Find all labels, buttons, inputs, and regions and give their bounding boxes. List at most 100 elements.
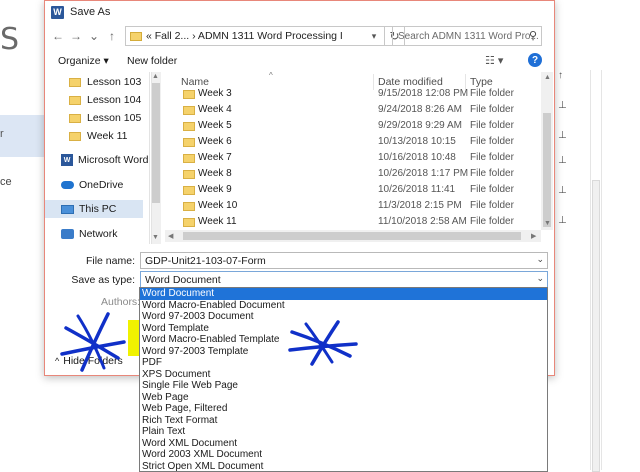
dropdown-option[interactable]: Plain Text — [140, 426, 547, 438]
file-type: File folder — [470, 120, 514, 131]
folder-icon — [183, 186, 195, 195]
word-app-icon: W — [51, 5, 64, 19]
recent-locations-icon[interactable]: ⌄ — [87, 29, 101, 43]
folder-icon — [69, 113, 81, 123]
file-date: 11/3/2018 2:15 PM — [378, 200, 462, 211]
file-date: 10/13/2018 10:15 — [378, 136, 456, 147]
table-row[interactable]: Week 11 11/10/2018 2:58 AM File folder — [173, 214, 541, 230]
table-row[interactable]: Week 4 9/24/2018 8:26 AM File folder — [173, 102, 541, 118]
breadcrumb[interactable]: « Fall 2... › ADMN 1311 Word Processing … — [146, 30, 343, 42]
table-row[interactable]: Week 6 10/13/2018 10:15 File folder — [173, 134, 541, 150]
scroll-left-icon[interactable]: ◀ — [168, 232, 173, 240]
file-list: Name ^ Date modified Type Week 3 9/15/201… — [173, 72, 541, 230]
view-options-icon[interactable]: ☷ ▾ — [485, 54, 503, 67]
scroll-right-icon[interactable]: ▶ — [531, 232, 536, 240]
file-type: File folder — [470, 168, 514, 179]
dropdown-option[interactable]: Single File Web Page — [140, 380, 547, 392]
nav-item-label: OneDrive — [79, 179, 124, 191]
save-as-type-select[interactable]: Word Document ⌄ — [140, 271, 548, 288]
nav-item-lesson-105[interactable]: Lesson 105 — [45, 109, 143, 127]
table-row[interactable]: Week 10 11/3/2018 2:15 PM File folder — [173, 198, 541, 214]
dropdown-option[interactable]: Word XML Document — [140, 438, 547, 450]
folder-icon — [183, 106, 195, 115]
nav-item-this-pc[interactable]: This PC — [45, 200, 143, 218]
folder-icon — [130, 31, 142, 41]
nav-item-label: Microsoft Word — [78, 154, 149, 166]
nav-item-network[interactable]: Network — [45, 225, 143, 243]
table-row[interactable]: Week 3 9/15/2018 12:08 PM File folder — [173, 86, 541, 102]
forward-arrow-icon[interactable]: → — [69, 29, 83, 43]
dropdown-option[interactable]: Word Macro-Enabled Document — [140, 300, 547, 312]
organize-button[interactable]: Organize ▾ — [58, 55, 109, 67]
table-row[interactable]: Week 5 9/29/2018 9:29 AM File folder — [173, 118, 541, 134]
dropdown-option[interactable]: Word 2003 XML Document — [140, 449, 547, 461]
folder-icon — [183, 90, 195, 99]
navpane-scrollbar-thumb[interactable] — [152, 83, 160, 203]
table-row[interactable]: Week 9 10/26/2018 11:41 File folder — [173, 182, 541, 198]
sort-caret-icon: ^ — [269, 72, 273, 80]
nav-item-label: Network — [79, 228, 118, 240]
chevron-down-icon[interactable]: ⌄ — [536, 273, 544, 284]
folder-icon — [183, 202, 195, 211]
dropdown-option[interactable]: Strict Open XML Document — [140, 461, 547, 472]
network-icon — [61, 229, 74, 239]
search-input[interactable]: Search ADMN 1311 Word Pro... ⚲ — [392, 26, 542, 46]
pin-icon[interactable]: ⊥ — [558, 100, 567, 111]
chevron-down-icon[interactable]: ⌄ — [536, 254, 544, 265]
file-name: Week 8 — [198, 168, 232, 179]
file-date: 9/29/2018 9:29 AM — [378, 120, 462, 131]
backstage-item-ce[interactable]: ce — [0, 176, 12, 188]
dropdown-option[interactable]: XPS Document — [140, 369, 547, 381]
file-type: File folder — [470, 104, 514, 115]
back-arrow-icon[interactable]: ← — [51, 29, 65, 43]
backstage-selected-item[interactable] — [0, 115, 44, 157]
chevron-down-icon[interactable]: ▾ — [364, 27, 384, 45]
file-type: File folder — [470, 184, 514, 195]
nav-item-label: This PC — [79, 203, 117, 215]
nav-item-lesson-104[interactable]: Lesson 104 — [45, 91, 143, 109]
file-name-input[interactable]: GDP-Unit21-103-07-Form ⌄ — [140, 252, 548, 269]
filelist-hscrollbar-thumb[interactable] — [183, 232, 521, 240]
new-folder-button[interactable]: New folder — [127, 55, 177, 67]
file-date: 10/26/2018 11:41 — [378, 184, 456, 195]
nav-item-label: Lesson 105 — [87, 112, 142, 124]
scroll-up-icon[interactable]: ▲ — [544, 74, 551, 81]
address-bar[interactable]: « Fall 2... › ADMN 1311 Word Processing … — [125, 26, 385, 46]
dropdown-option[interactable]: Rich Text Format — [140, 415, 547, 427]
dropdown-option[interactable]: Word Document — [140, 288, 547, 300]
up-arrow-icon[interactable]: ↑ — [105, 29, 119, 43]
file-name: Week 3 — [198, 88, 232, 99]
pc-icon — [61, 204, 74, 214]
file-date: 10/26/2018 1:17 PM — [378, 168, 469, 179]
dropdown-option[interactable]: Web Page, Filtered — [140, 403, 547, 415]
file-date: 9/24/2018 8:26 AM — [378, 104, 462, 115]
search-icon[interactable]: ⚲ — [529, 29, 537, 42]
file-date: 10/16/2018 10:48 — [378, 152, 456, 163]
pin-icon[interactable]: ⊥ — [558, 185, 567, 196]
nav-item-label: Week 11 — [87, 130, 128, 142]
pin-icon[interactable]: ⊥ — [558, 215, 567, 226]
backstage-item-r[interactable]: r — [0, 128, 4, 140]
nav-item-week-11[interactable]: Week 11 — [45, 127, 143, 145]
nav-item-lesson-103[interactable]: Lesson 103 — [45, 73, 143, 91]
file-name: Week 4 — [198, 104, 232, 115]
pin-icon[interactable]: ↑ — [558, 70, 563, 81]
nav-item-microsoft-word[interactable]: W Microsoft Word — [45, 151, 148, 169]
backstage-sidebar — [0, 0, 44, 472]
scroll-down-icon[interactable]: ▼ — [152, 234, 159, 241]
scroll-down-icon[interactable]: ▼ — [544, 220, 551, 227]
dropdown-option[interactable]: Web Page — [140, 392, 547, 404]
backstage-scrollbar-thumb[interactable] — [592, 180, 600, 472]
help-icon[interactable]: ? — [528, 53, 542, 67]
file-type: File folder — [470, 152, 514, 163]
backstage-letter: S — [0, 22, 20, 57]
file-type: File folder — [470, 200, 514, 211]
scroll-up-icon[interactable]: ▲ — [152, 73, 159, 80]
pin-icon[interactable]: ⊥ — [558, 130, 567, 141]
nav-item-onedrive[interactable]: OneDrive — [45, 176, 143, 194]
file-name: Week 6 — [198, 136, 232, 147]
table-row[interactable]: Week 8 10/26/2018 1:17 PM File folder — [173, 166, 541, 182]
pin-icon[interactable]: ⊥ — [558, 155, 567, 166]
filelist-vscrollbar-thumb[interactable] — [543, 113, 551, 227]
table-row[interactable]: Week 7 10/16/2018 10:48 File folder — [173, 150, 541, 166]
